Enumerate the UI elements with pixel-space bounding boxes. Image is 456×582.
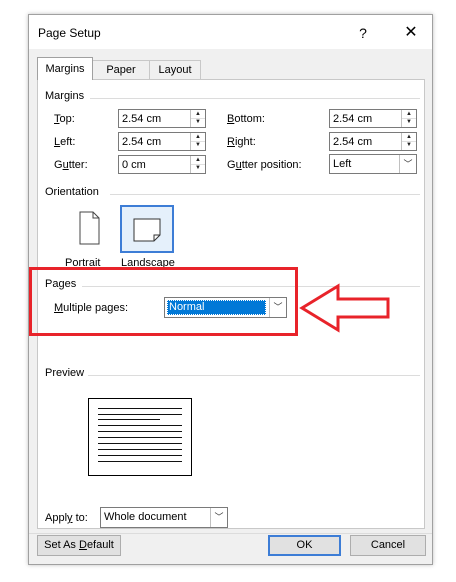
ok-button[interactable]: OK [268, 535, 341, 556]
close-button[interactable]: ✕ [399, 22, 423, 44]
portrait-page-icon [79, 211, 100, 245]
left-margin-value: 2.54 cm [122, 136, 162, 148]
spin-down-icon[interactable]: ▼ [402, 118, 416, 126]
gutter-position-label: Gutter position: [227, 159, 302, 171]
gutter-label: Gutter: [54, 159, 88, 171]
spin-down-icon[interactable]: ▼ [191, 164, 205, 172]
annotation-arrow-icon [299, 283, 390, 333]
preview-section-label: Preview [45, 367, 85, 379]
landscape-page-icon [133, 218, 161, 242]
left-margin-spinner[interactable]: 2.54 cm ▲ ▼ [118, 132, 206, 151]
landscape-option[interactable] [120, 205, 174, 253]
help-button[interactable]: ? [351, 23, 375, 43]
tab-margins[interactable]: Margins [37, 57, 93, 80]
top-margin-spinner[interactable]: 2.54 cm ▲ ▼ [118, 109, 206, 128]
apply-to-label: Apply to: [45, 512, 88, 524]
gutter-position-select[interactable]: Left ﹀ [329, 154, 417, 174]
bottom-label: Bottom: [227, 113, 265, 125]
preview-page-thumbnail [88, 398, 192, 476]
gutter-spinner[interactable]: 0 cm ▲ ▼ [118, 155, 206, 174]
preview-separator [88, 375, 420, 376]
apply-to-select[interactable]: Whole document ﹀ [100, 507, 228, 528]
cancel-button[interactable]: Cancel [350, 535, 426, 556]
right-margin-value: 2.54 cm [333, 136, 373, 148]
spin-down-icon[interactable]: ▼ [191, 141, 205, 149]
bottom-margin-spinner[interactable]: 2.54 cm ▲ ▼ [329, 109, 417, 128]
set-as-default-button[interactable]: Set As Default [37, 535, 121, 556]
orientation-section-label: Orientation [45, 186, 99, 198]
bottom-margin-value: 2.54 cm [333, 113, 373, 125]
chevron-down-icon[interactable]: ﹀ [210, 508, 227, 527]
margins-section-label: Margins [45, 90, 85, 102]
orientation-separator [110, 194, 420, 195]
chevron-down-icon[interactable]: ﹀ [399, 155, 416, 173]
dialog-title: Page Setup [38, 26, 101, 40]
left-label: Left: [54, 136, 76, 148]
annotation-highlight-box [29, 267, 298, 336]
spin-down-icon[interactable]: ▼ [191, 118, 205, 126]
right-label: Right: [227, 136, 256, 148]
footer-separator [29, 533, 432, 534]
apply-to-value: Whole document [104, 511, 187, 523]
tab-layout[interactable]: Layout [149, 60, 201, 79]
top-margin-value: 2.54 cm [122, 113, 162, 125]
gutter-position-value: Left [333, 158, 352, 170]
portrait-option[interactable] [61, 205, 115, 253]
spin-down-icon[interactable]: ▼ [402, 141, 416, 149]
title-bar: Page Setup ? ✕ [29, 15, 432, 49]
right-margin-spinner[interactable]: 2.54 cm ▲ ▼ [329, 132, 417, 151]
gutter-value: 0 cm [122, 159, 146, 171]
tab-paper[interactable]: Paper [92, 60, 150, 79]
top-label: Top: [54, 113, 75, 125]
margins-separator [90, 98, 420, 99]
